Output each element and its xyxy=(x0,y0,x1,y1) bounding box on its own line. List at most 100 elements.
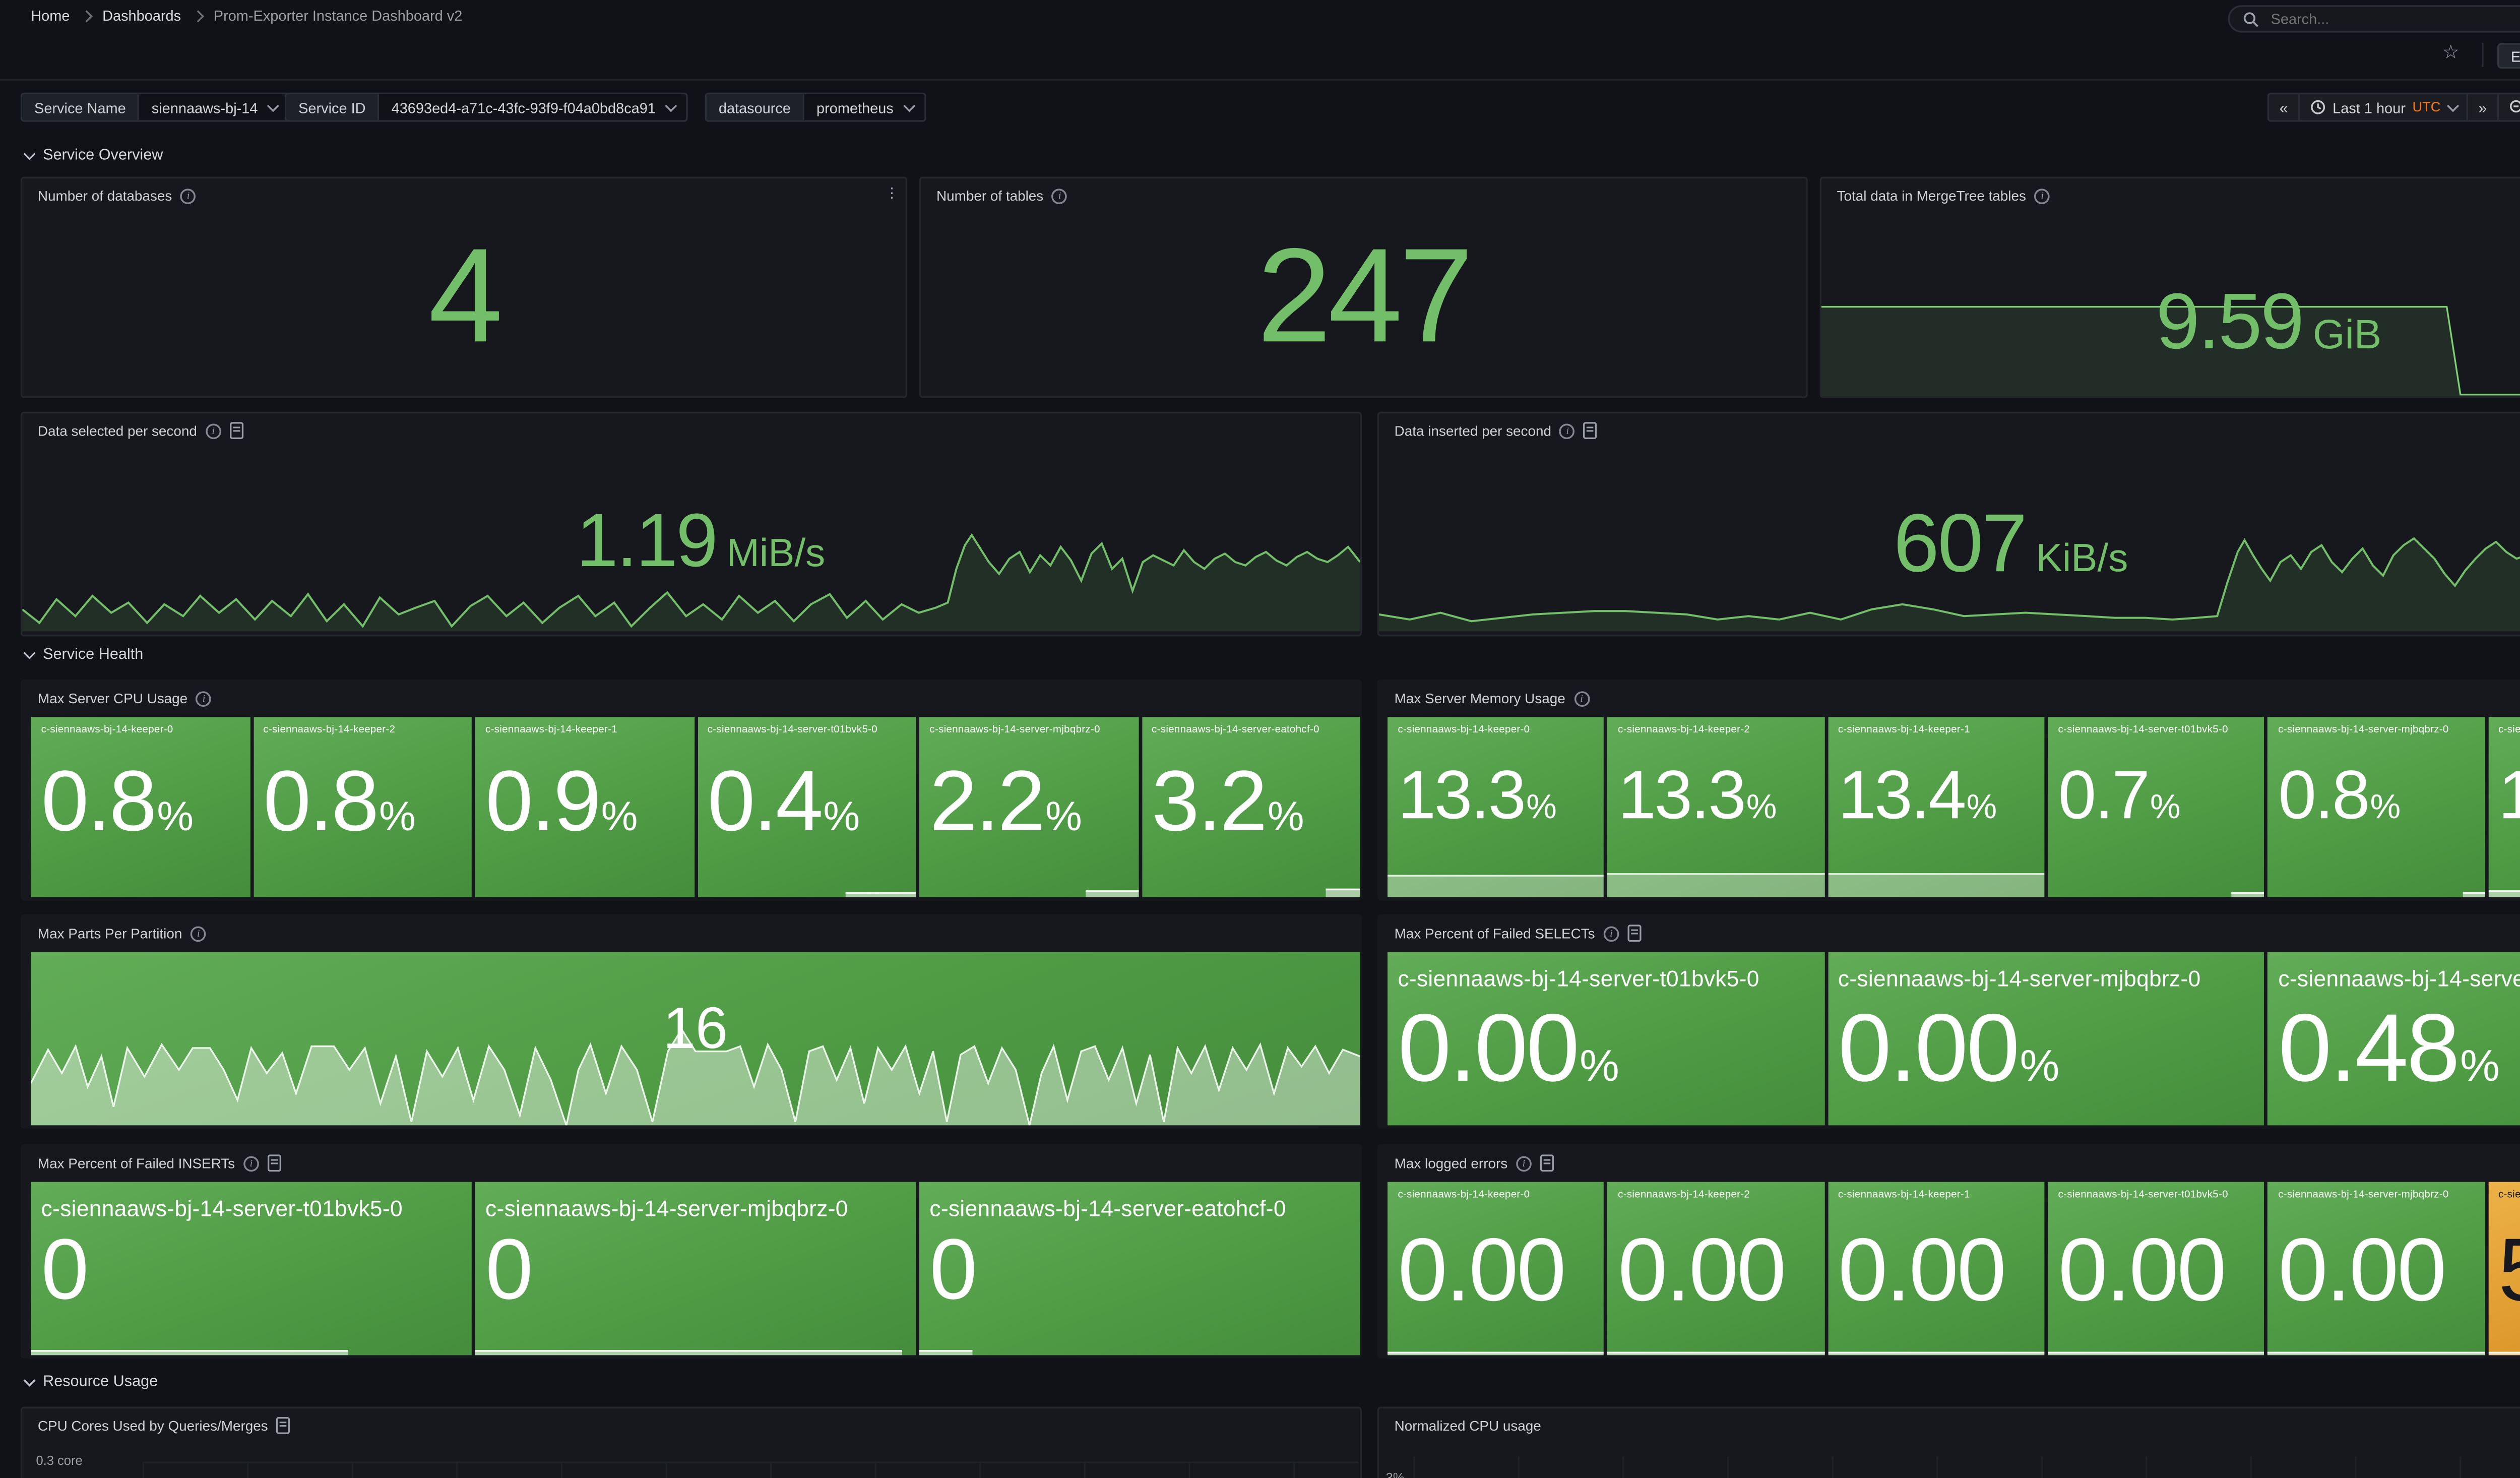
stat-value: 4 xyxy=(22,206,906,386)
info-icon[interactable]: i xyxy=(1604,926,1619,941)
info-icon[interactable]: i xyxy=(1516,1155,1532,1171)
variable-value: siennaaws-bj-14 xyxy=(152,99,258,116)
panel-title[interactable]: Max Server CPU Usage xyxy=(38,691,187,706)
chart-gridlines xyxy=(1413,1456,2520,1478)
tile-label: c-siennaaws-bj-14-keeper-1 xyxy=(1838,1189,2039,1203)
tile-sparkline xyxy=(475,1350,903,1355)
chevron-down-icon xyxy=(903,100,915,112)
tile-sparkline xyxy=(1608,1352,1824,1356)
failed-selects-tiles: c-siennaaws-bj-14-server-t01bvk5-0 0.00%… xyxy=(1388,952,2520,1126)
panel-title[interactable]: Max Server Memory Usage xyxy=(1395,691,1565,706)
panel-normalized-cpu: Normalized CPU usage 3% xyxy=(1377,1406,2520,1478)
tile-label: c-siennaaws-bj-14-server-mjbqbrz-0 xyxy=(485,1194,911,1224)
memory-tiles: c-siennaaws-bj-14-keeper-0 13.3% c-sienn… xyxy=(1388,717,2520,897)
search-bar[interactable]: ⌘+k xyxy=(2228,5,2520,32)
panel-title[interactable]: Max Parts Per Partition xyxy=(38,926,182,941)
tile-label: c-siennaaws-bj-14-server-mjbqbrz-0 xyxy=(929,724,1132,738)
variable-value-dropdown[interactable]: prometheus xyxy=(803,94,924,120)
panel-links-icon[interactable] xyxy=(230,422,243,439)
section-service-health[interactable]: Service Health xyxy=(24,645,144,662)
panel-menu-icon[interactable]: ⋮ xyxy=(885,187,899,201)
tile-label: c-siennaaws-bj-14-keeper-2 xyxy=(1618,724,1819,738)
panel-title[interactable]: Total data in MergeTree tables xyxy=(1837,188,2026,204)
stat-tile: c-siennaaws-bj-14-server-eatohcf-0 1.4% xyxy=(2488,717,2520,897)
section-service-overview[interactable]: Service Overview xyxy=(24,146,163,163)
breadcrumb-dashboards[interactable]: Dashboards xyxy=(102,7,181,24)
edit-button[interactable]: Edit xyxy=(2497,43,2520,69)
breadcrumb-current-dashboard: Prom-Exporter Instance Dashboard v2 xyxy=(214,7,463,24)
panel-failed-inserts: Max Percent of Failed INSERTs i c-sienna… xyxy=(21,1144,1362,1359)
info-icon[interactable]: i xyxy=(180,188,196,204)
stat-tile: c-siennaaws-bj-14-server-mjbqbrz-0 0.8% xyxy=(2268,717,2485,897)
panel-title[interactable]: Number of tables xyxy=(936,188,1043,204)
favorite-star-icon[interactable]: ☆ xyxy=(2442,44,2460,63)
time-zoom-out-button[interactable] xyxy=(2497,94,2520,120)
dashboard-action-bar: ☆ Edit Export Share xyxy=(0,34,2520,81)
info-icon[interactable]: i xyxy=(191,926,206,941)
panel-links-icon[interactable] xyxy=(1540,1154,1554,1172)
panel-title[interactable]: Data inserted per second xyxy=(1395,423,1551,439)
tile-label: c-siennaaws-bj-14-keeper-0 xyxy=(1398,1189,1599,1203)
info-icon[interactable]: i xyxy=(196,691,212,706)
stat-tile: c-siennaaws-bj-14-keeper-0 13.3% xyxy=(1388,717,1604,897)
variable-label: Service Name xyxy=(22,94,138,120)
stat-tile: c-siennaaws-bj-14-server-t01bvk5-0 0.7% xyxy=(2048,717,2264,897)
panel-links-icon[interactable] xyxy=(277,1417,290,1434)
chart-gridline xyxy=(142,1461,1358,1463)
panel-cpu-cores: CPU Cores Used by Queries/Merges 0.3 cor… xyxy=(21,1406,1362,1478)
zoom-out-icon xyxy=(2509,99,2520,116)
variable-service-id[interactable]: Service ID 43693ed4-a71c-43fc-93f9-f04a0… xyxy=(285,93,688,122)
section-resource-usage[interactable]: Resource Usage xyxy=(24,1372,158,1389)
section-title: Resource Usage xyxy=(43,1372,158,1389)
search-input[interactable] xyxy=(2267,9,2520,29)
stat-value: 607 KiB/s xyxy=(1894,504,2128,586)
variable-value-dropdown[interactable]: 43693ed4-a71c-43fc-93f9-f04a0bd8ca91 xyxy=(377,94,686,120)
panel-links-icon[interactable] xyxy=(1584,422,1598,439)
tile-label: c-siennaaws-bj-14-keeper-2 xyxy=(263,724,466,738)
section-title: Service Overview xyxy=(43,146,163,163)
breadcrumb-separator-icon xyxy=(191,10,203,22)
time-range-picker[interactable]: Last 1 hour UTC xyxy=(2298,94,2466,120)
info-icon[interactable]: i xyxy=(243,1155,259,1171)
variable-value: 43693ed4-a71c-43fc-93f9-f04a0bd8ca91 xyxy=(392,99,656,116)
panel-failed-selects: Max Percent of Failed SELECTs i c-sienna… xyxy=(1377,914,2520,1129)
dashboard-canvas: Home Dashboards Prom-Exporter Instance D… xyxy=(0,0,2520,1478)
stat-tile: c-siennaaws-bj-14-keeper-0 0.8% xyxy=(31,717,249,897)
info-icon[interactable]: i xyxy=(1574,691,1590,706)
panel-data-inserted: Data inserted per second i 607 KiB/s xyxy=(1377,412,2520,637)
panel-data-selected: Data selected per second i 1.19 MiB/s xyxy=(21,412,1362,637)
tile-label: c-siennaaws-bj-14-server-t01bvk5-0 xyxy=(2058,724,2259,738)
stat-tile: c-siennaaws-bj-14-keeper-1 13.4% xyxy=(1828,717,2044,897)
stat-tile: c-siennaaws-bj-14-server-eatohcf-0 3.2% xyxy=(1142,717,1360,897)
info-icon[interactable]: i xyxy=(2035,188,2050,204)
variable-value-dropdown[interactable]: siennaaws-bj-14 xyxy=(138,94,289,120)
tile-sparkline xyxy=(2048,1352,2264,1356)
panel-title[interactable]: Max Percent of Failed INSERTs xyxy=(38,1155,235,1171)
info-icon[interactable]: i xyxy=(1052,188,1067,204)
time-shift-forward-button[interactable]: » xyxy=(2467,94,2497,120)
panel-title[interactable]: Normalized CPU usage xyxy=(1395,1418,1541,1434)
panel-title[interactable]: CPU Cores Used by Queries/Merges xyxy=(38,1418,268,1434)
tile-label: c-siennaaws-bj-14-server-eatohcf-0 xyxy=(2498,1189,2520,1203)
tile-label: c-siennaaws-bj-14-keeper-0 xyxy=(41,724,244,738)
chevron-down-icon xyxy=(268,100,280,112)
breadcrumb-home[interactable]: Home xyxy=(31,7,70,24)
panel-title[interactable]: Data selected per second xyxy=(38,423,197,439)
top-nav-bar: Home Dashboards Prom-Exporter Instance D… xyxy=(0,0,2520,34)
panel-links-icon[interactable] xyxy=(268,1154,281,1172)
panel-title[interactable]: Number of databases xyxy=(38,188,172,204)
tile-label: c-siennaaws-bj-14-server-t01bvk5-0 xyxy=(2058,1189,2259,1203)
info-icon[interactable]: i xyxy=(1560,423,1576,439)
variable-service-name[interactable]: Service Name siennaaws-bj-14 xyxy=(21,93,290,122)
tile-label: c-siennaaws-bj-14-keeper-1 xyxy=(1838,724,2039,738)
stat-value: 247 xyxy=(921,206,1806,386)
variable-datasource[interactable]: datasource prometheus xyxy=(705,93,926,122)
time-shift-back-button[interactable]: « xyxy=(2269,94,2298,120)
panel-title[interactable]: Max logged errors xyxy=(1395,1155,1508,1171)
tile-sparkline xyxy=(1388,875,1604,897)
panel-links-icon[interactable] xyxy=(1627,925,1641,942)
info-icon[interactable]: i xyxy=(206,423,221,439)
tile-label: c-siennaaws-bj-14-server-mjbqbrz-0 xyxy=(2278,724,2479,738)
panel-title[interactable]: Max Percent of Failed SELECTs xyxy=(1395,926,1595,941)
y-axis-tick: 0.3 core xyxy=(36,1453,82,1468)
